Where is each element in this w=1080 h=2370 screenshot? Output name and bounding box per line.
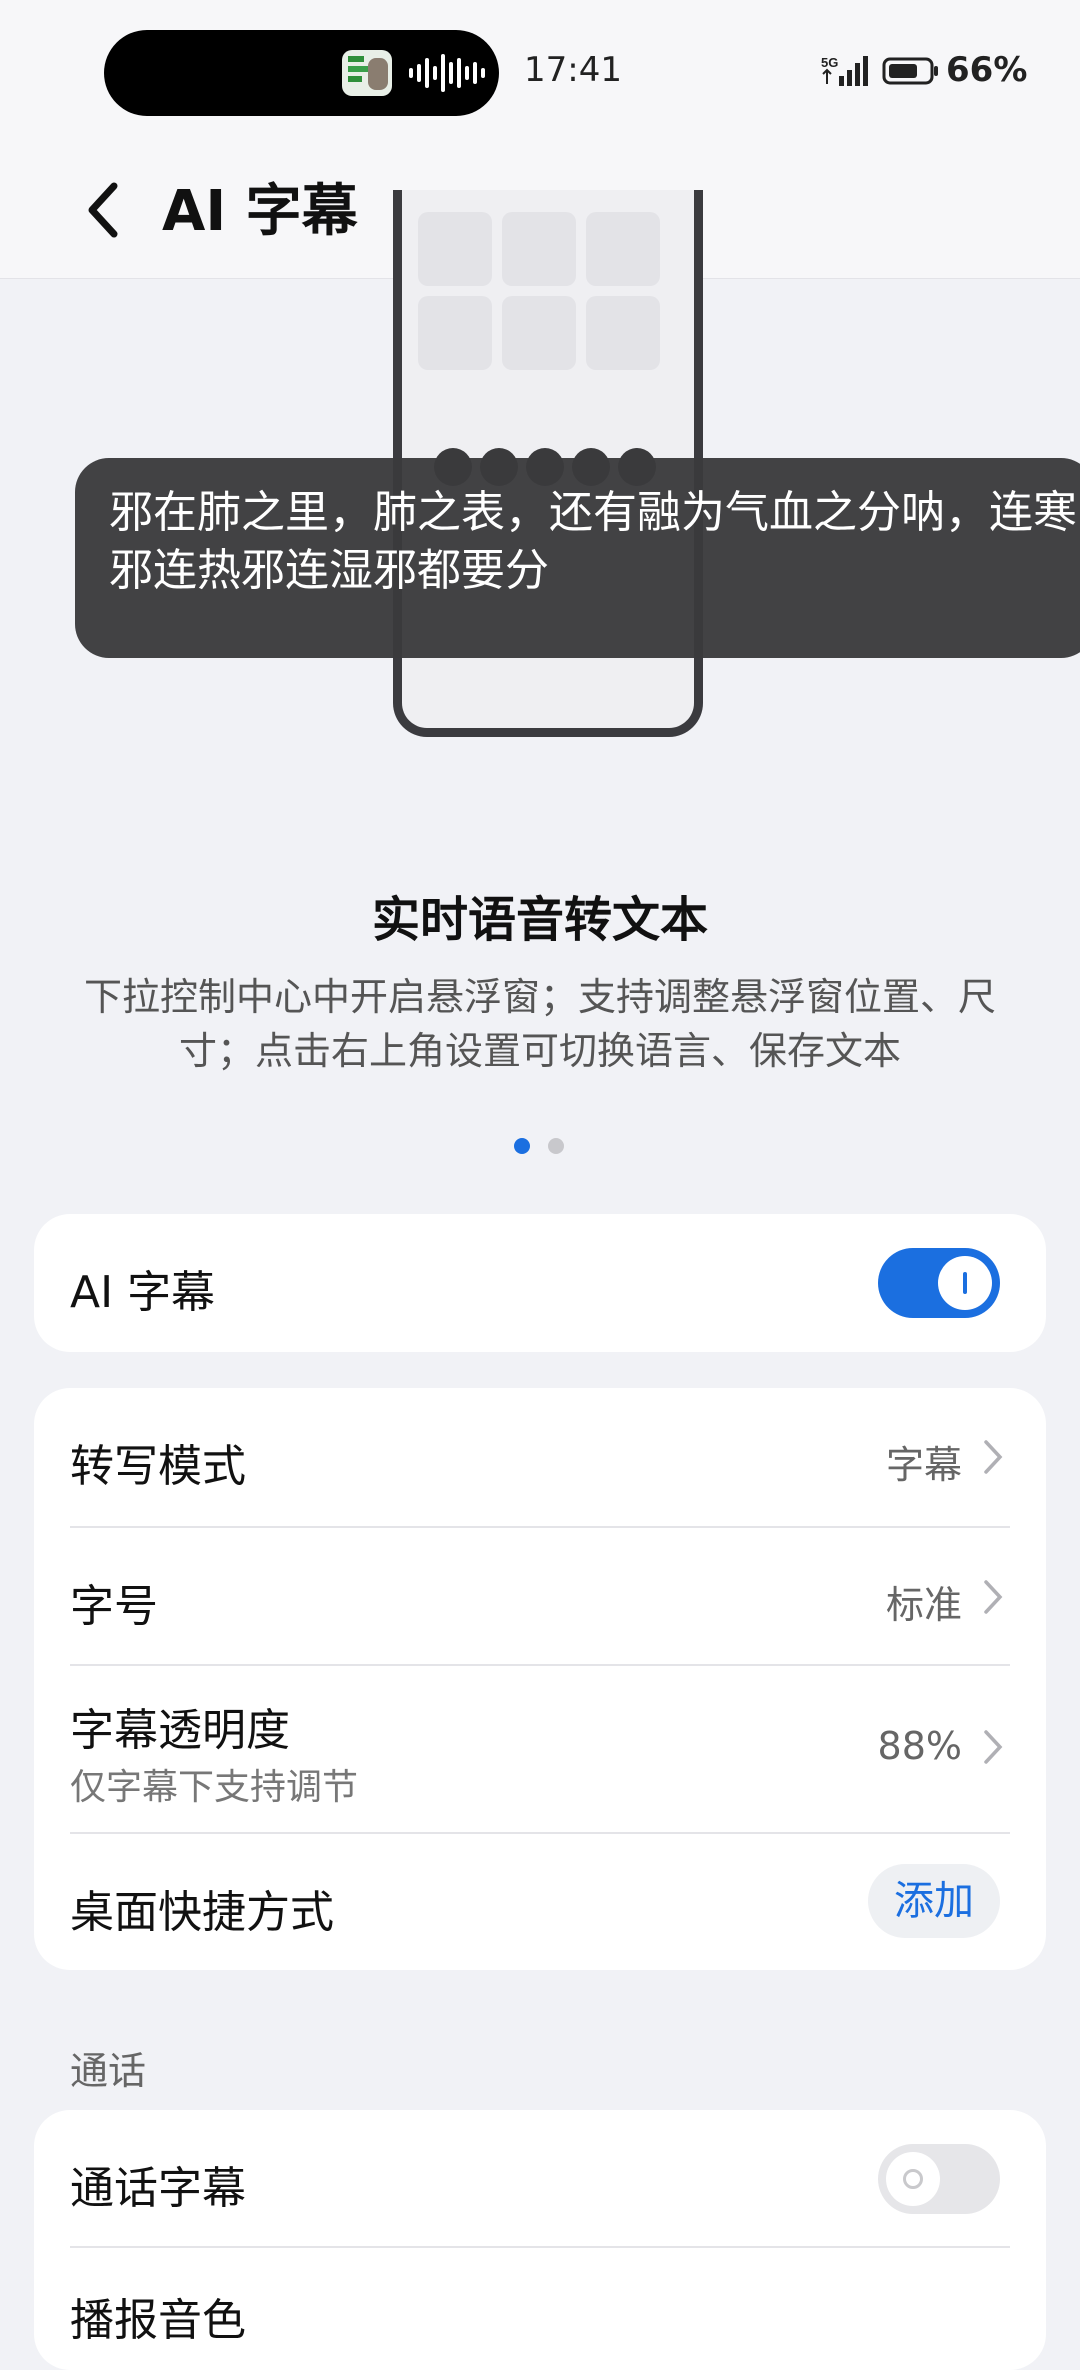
status-time: 17:41 <box>524 50 622 90</box>
dynamic-island[interactable] <box>104 30 499 116</box>
status-bar: 17:41 5G 66% <box>0 0 1080 140</box>
chevron-right-icon <box>984 1730 1003 1764</box>
audio-wave-icon <box>409 54 485 92</box>
call-section-title: 通话 <box>70 2049 147 2093</box>
font-size-row[interactable]: 字号 标准 <box>70 1528 1010 1664</box>
signal-icon: 5G <box>821 55 868 86</box>
media-thumbnail-icon <box>342 50 392 96</box>
desktop-shortcut-label: 桌面快捷方式 <box>70 1887 334 1938</box>
chevron-right-icon <box>984 1440 1003 1474</box>
battery-icon <box>882 57 938 85</box>
call-settings-card: 通话字幕 播报音色 <box>34 2110 1046 2370</box>
transcription-mode-value: 字幕 <box>885 1443 962 1487</box>
pager-dot-active[interactable] <box>514 1138 530 1154</box>
add-shortcut-button[interactable]: 添加 <box>868 1864 1000 1938</box>
caption-opacity-row[interactable]: 字幕透明度 仅字幕下支持调节 88% <box>70 1666 1010 1832</box>
voice-tone-row[interactable]: 播报音色 <box>70 2248 1010 2368</box>
caption-opacity-hint: 仅字幕下支持调节 <box>70 1767 359 1808</box>
chevron-left-icon[interactable] <box>80 170 128 250</box>
floating-subtitle-window[interactable]: 邪在肺之里，肺之表，还有融为气血之分呐，连寒邪连热邪连湿邪都要分 <box>75 458 1080 658</box>
call-caption-label: 通话字幕 <box>70 2163 246 2214</box>
caption-opacity-value: 88% <box>877 1724 962 1768</box>
font-size-value: 标准 <box>885 1583 962 1627</box>
feature-description: 下拉控制中心中开启悬浮窗；支持调整悬浮窗位置、尺寸；点击右上角设置可切换语言、保… <box>83 975 996 1073</box>
voice-tone-label: 播报音色 <box>70 2295 246 2346</box>
call-caption-row: 通话字幕 <box>70 2110 1010 2246</box>
ai-caption-toggle[interactable] <box>878 1248 1000 1318</box>
chevron-right-icon <box>984 1580 1003 1614</box>
caption-opacity-label: 字幕透明度 <box>70 1705 290 1756</box>
caption-settings-card: 转写模式 字幕 字号 标准 字幕透明度 仅字幕下支持调节 88% 桌面快捷方式 … <box>34 1388 1046 1970</box>
call-caption-toggle[interactable] <box>878 2144 1000 2214</box>
ai-caption-label: AI 字幕 <box>70 1267 216 1318</box>
transcription-mode-label: 转写模式 <box>70 1441 246 1492</box>
pager-dot[interactable] <box>548 1138 564 1154</box>
subtitle-text: 邪在肺之里，肺之表，还有融为气血之分呐，连寒邪连热邪连湿邪都要分 <box>109 487 1077 596</box>
battery-percent: 66% <box>946 50 1028 90</box>
feature-title: 实时语音转文本 <box>371 892 708 948</box>
network-type: 5G <box>821 55 838 70</box>
desktop-shortcut-row: 桌面快捷方式 添加 <box>70 1834 1010 1970</box>
transcription-mode-row[interactable]: 转写模式 字幕 <box>70 1388 1010 1526</box>
page-title: AI 字幕 <box>162 179 358 244</box>
font-size-label: 字号 <box>70 1581 158 1632</box>
ai-caption-toggle-card: AI 字幕 <box>34 1214 1046 1352</box>
